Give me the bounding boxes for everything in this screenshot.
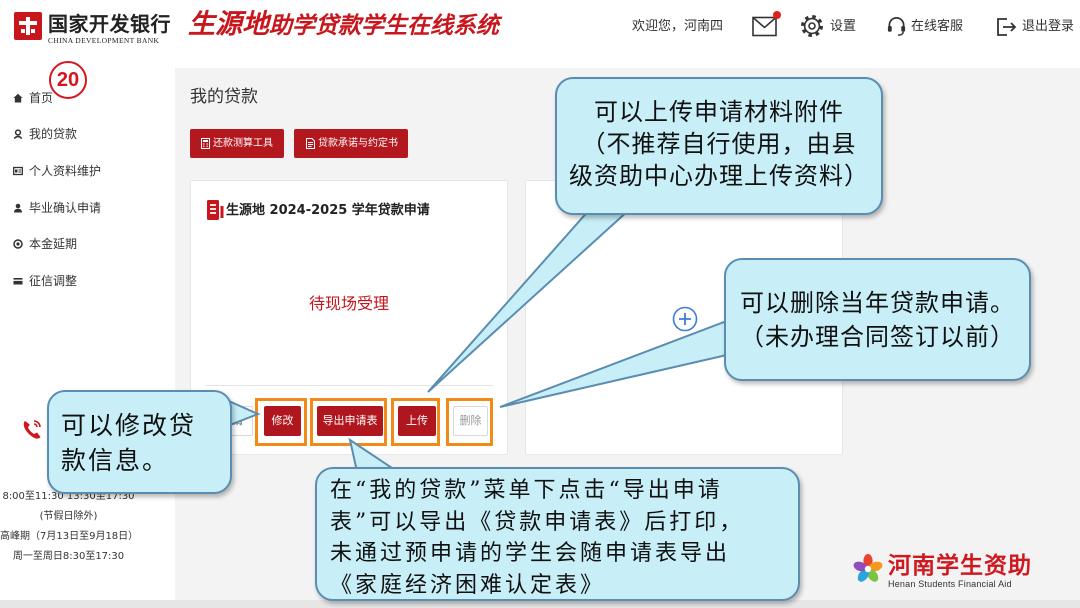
callout-edit: 可以修改贷 款信息。 <box>47 390 232 494</box>
credit-card-icon <box>13 278 23 285</box>
flower-logo-icon <box>853 554 883 582</box>
sidebar-item-label: 征信调整 <box>29 274 78 288</box>
card-divider <box>206 385 493 386</box>
sidebar-item-deferral[interactable]: 本金延期 <box>0 234 175 254</box>
phone-icon <box>23 420 41 439</box>
callout-upload: 可以上传申请材料附件 （不推荐自行使用，由县 级资助中心办理上传资料） <box>555 77 883 215</box>
deferral-icon <box>13 239 23 249</box>
document-icon <box>306 138 315 149</box>
bank-name: 国家开发银行 <box>48 14 171 36</box>
application-icon <box>207 200 224 220</box>
system-title: 生源地助学贷款学生在线系统 <box>188 8 499 45</box>
sidebar-item-home[interactable]: 首页 <box>0 88 175 108</box>
highlight-upload <box>391 398 440 446</box>
repayment-calculator-button[interactable]: 还款测算工具 <box>190 129 284 158</box>
callout-export: 在“我的贷款”菜单下点击“导出申请 表”可以导出《贷款申请表》后打印， 未通过预… <box>315 467 800 601</box>
system-title-prefix: 生源地 <box>188 9 269 40</box>
bank-logo[interactable]: 国家开发银行 CHINA DEVELOPMENT BANK <box>10 6 171 50</box>
highlight-delete <box>446 398 493 446</box>
callout-line: （未办理合同签订以前） <box>740 323 1015 351</box>
highlight-export <box>310 398 387 446</box>
callout-delete: 可以删除当年贷款申请。 （未办理合同签订以前） <box>724 258 1031 381</box>
callout-line: 可以删除当年贷款申请。 <box>740 289 1015 317</box>
callout-line: 可以上传申请材料附件 <box>594 98 844 126</box>
callout-line: 可以修改贷 <box>61 411 197 440</box>
welcome-text: 欢迎您，河南四 <box>632 19 724 34</box>
callout-line: 在“我的贷款”菜单下点击“导出申请 <box>330 478 723 503</box>
service-hours-line: 周一至周日8:30至17:30 <box>12 551 125 562</box>
service-hours-line: 高峰期（7月13日至9月18日） <box>0 531 139 542</box>
sidebar-item-label: 我的贷款 <box>29 127 78 141</box>
page-title: 我的贷款 <box>190 87 258 107</box>
henan-student-aid-logo: 河南学生资助 Henan Students Financial Aid <box>850 550 1040 592</box>
sidebar-item-label: 毕业确认申请 <box>29 201 102 215</box>
unread-badge <box>773 11 781 19</box>
callout-line: 级资助中心办理上传资料） <box>569 162 869 190</box>
footer-logo-name-en: Henan Students Financial Aid <box>888 579 1012 589</box>
headset-icon[interactable] <box>886 15 907 37</box>
settings-link[interactable]: 设置 <box>830 17 856 37</box>
sidebar-item-credit[interactable]: 征信调整 <box>0 271 175 291</box>
bank-logo-icon <box>14 12 42 40</box>
sidebar-item-profile[interactable]: 个人资料维护 <box>0 161 175 181</box>
user-icon <box>14 203 22 213</box>
sidebar-item-label: 本金延期 <box>29 237 78 251</box>
step-number-badge: 20 <box>49 61 87 99</box>
loan-card-title: 生源地 2024-2025 学年贷款申请 <box>226 203 430 218</box>
system-title-rest: 助学贷款学生在线系统 <box>269 13 499 39</box>
logout-icon[interactable] <box>995 16 1017 38</box>
top-header: 国家开发银行 CHINA DEVELOPMENT BANK 生源地助学贷款学生在… <box>0 0 1080 56</box>
repayment-calculator-label: 还款测算工具 <box>213 138 273 149</box>
callout-line: 《家庭经济困难认定表》 <box>330 572 606 598</box>
home-icon <box>13 93 23 103</box>
callout-line: 未通过预申请的学生会随申请表导出 <box>330 541 731 566</box>
highlight-edit <box>255 398 307 446</box>
service-hours-line: (节假日除外) <box>39 511 98 522</box>
app-page: 国家开发银行 CHINA DEVELOPMENT BANK 生源地助学贷款学生在… <box>0 0 1080 608</box>
callout-line: 款信息。 <box>61 446 170 475</box>
bottom-strip <box>0 600 1080 608</box>
plus-circle-icon[interactable] <box>672 306 698 332</box>
loan-agreement-button[interactable]: 贷款承诺与约定书 <box>294 129 408 158</box>
sidebar-item-my-loan[interactable]: 我的贷款 <box>0 124 175 144</box>
service-hours: 8:00至11:30 13:30至17:30 (节假日除外) 高峰期（7月13日… <box>0 487 139 567</box>
loan-user-icon <box>13 129 23 139</box>
footer-logo-name: 河南学生资助 <box>888 553 1032 579</box>
sidebar-item-graduation[interactable]: 毕业确认申请 <box>0 198 175 218</box>
gear-icon[interactable] <box>800 14 824 38</box>
sidebar-item-label: 个人资料维护 <box>29 164 102 178</box>
loan-status: 待现场受理 <box>308 294 389 313</box>
callout-line: （不推荐自行使用，由县 <box>581 130 857 158</box>
sidebar-item-label: 首页 <box>29 91 54 105</box>
bank-name-en: CHINA DEVELOPMENT BANK <box>48 36 160 45</box>
callout-line: 表”可以导出《贷款申请表》后打印， <box>330 509 745 535</box>
loan-agreement-label: 贷款承诺与约定书 <box>318 138 398 149</box>
logout-link[interactable]: 退出登录 <box>1022 17 1074 37</box>
profile-card-icon <box>13 166 23 176</box>
online-support-link[interactable]: 在线客服 <box>911 17 963 37</box>
calculator-icon <box>201 138 210 149</box>
mail-icon[interactable] <box>752 16 777 37</box>
